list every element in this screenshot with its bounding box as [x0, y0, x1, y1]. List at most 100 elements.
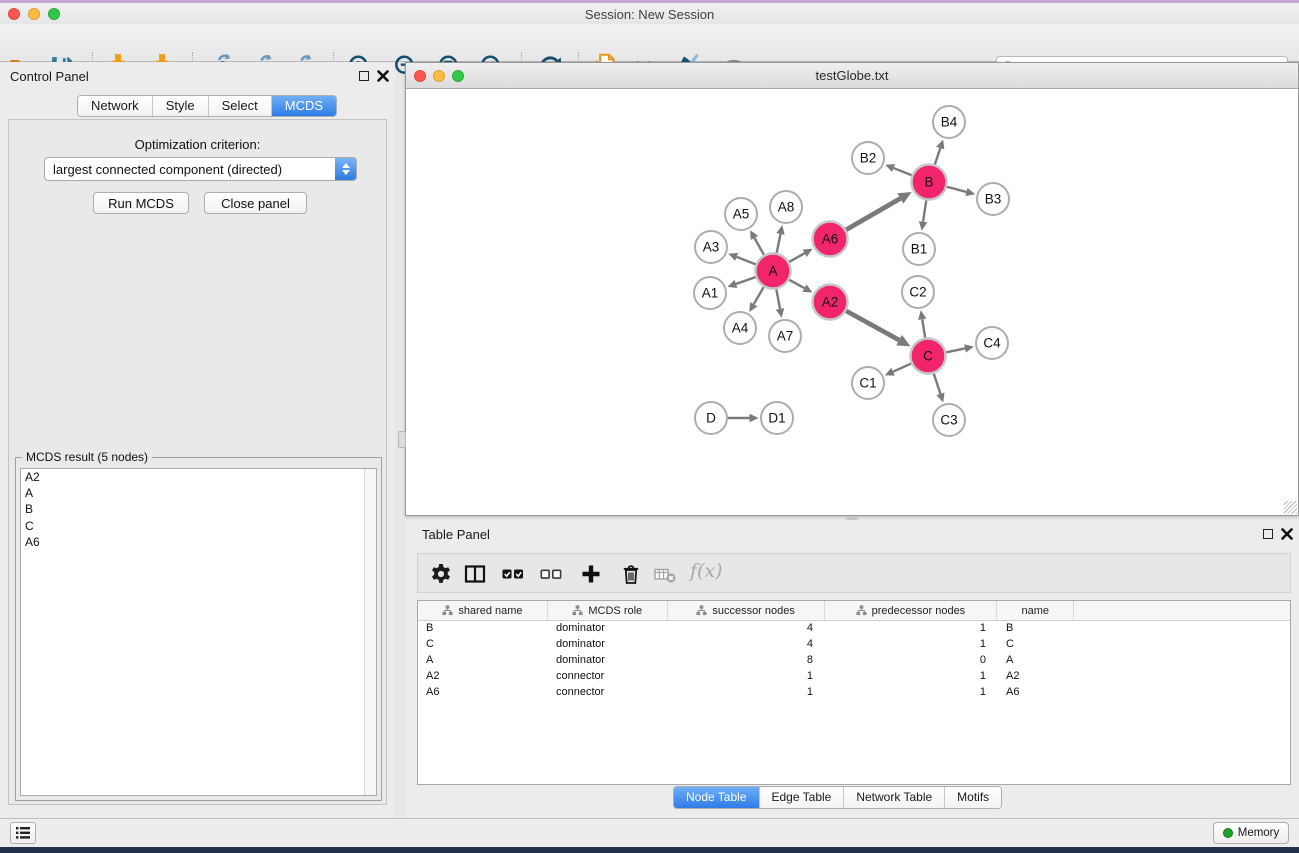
close-panel-button[interactable]: Close panel — [204, 192, 307, 214]
task-history-button[interactable] — [10, 822, 36, 844]
tab-motifs[interactable]: Motifs — [945, 787, 1001, 808]
edge-A2-C[interactable] — [846, 311, 899, 340]
table-cell[interactable]: 4 — [668, 637, 825, 653]
edge-B-B4[interactable] — [935, 148, 940, 164]
tab-node-table[interactable]: Node Table — [674, 787, 760, 808]
table-cell[interactable]: A6 — [998, 685, 1075, 701]
mcds-result-group: MCDS result (5 nodes) A2ABCA6 — [15, 457, 382, 801]
table-cell[interactable]: 1 — [825, 637, 998, 653]
table-cell[interactable]: 1 — [668, 685, 825, 701]
table-cell[interactable]: 1 — [668, 669, 825, 685]
column-header-successor-nodes[interactable]: successor nodes — [668, 601, 825, 620]
table-cell[interactable]: dominator — [548, 621, 668, 637]
dropdown-stepper-icon[interactable] — [335, 158, 356, 180]
float-panel-icon[interactable] — [359, 71, 369, 81]
optimization-criterion-dropdown[interactable]: largest connected component (directed) — [44, 157, 357, 181]
edge-arrowhead — [776, 225, 784, 235]
destroy-table-icon[interactable] — [653, 562, 677, 586]
table-cell[interactable]: 8 — [668, 653, 825, 669]
select-all-icon[interactable] — [501, 562, 525, 586]
edge-B-B3[interactable] — [947, 187, 967, 192]
table-cell[interactable]: dominator — [548, 653, 668, 669]
close-table-panel-icon[interactable] — [1281, 528, 1293, 540]
table-cell[interactable]: dominator — [548, 637, 668, 653]
mcds-result-item[interactable]: A6 — [21, 534, 376, 550]
edge-A-A1[interactable] — [736, 277, 756, 284]
tab-select[interactable]: Select — [209, 96, 272, 116]
tab-network-table[interactable]: Network Table — [844, 787, 945, 808]
edge-B-B1[interactable] — [923, 200, 926, 222]
column-header-predecessor-nodes[interactable]: predecessor nodes — [825, 601, 998, 620]
mcds-result-item[interactable]: C — [21, 518, 376, 534]
edge-C-C3[interactable] — [934, 374, 941, 394]
optimization-criterion-label: Optimization criterion: — [9, 137, 386, 152]
mcds-result-list[interactable]: A2ABCA6 — [20, 468, 377, 796]
edge-A-A6[interactable] — [789, 253, 805, 262]
table-cell[interactable]: C — [998, 637, 1075, 653]
graph-node-label-B: B — [924, 175, 933, 190]
close-panel-icon[interactable] — [377, 70, 389, 82]
table-cell[interactable]: 0 — [825, 653, 998, 669]
vertical-splitter-handle[interactable] — [398, 431, 406, 448]
graph-node-label-C4: C4 — [983, 336, 1001, 351]
table-row[interactable]: Cdominator41C — [418, 637, 1290, 653]
mcds-result-item[interactable]: A — [21, 485, 376, 501]
result-list-scrollbar[interactable] — [364, 469, 376, 795]
float-table-panel-icon[interactable] — [1263, 529, 1273, 539]
network-window-titlebar[interactable]: testGlobe.txt — [406, 63, 1298, 89]
edge-A6-B[interactable] — [846, 198, 900, 229]
table-cell[interactable]: A — [418, 653, 548, 669]
run-mcds-button[interactable]: Run MCDS — [93, 192, 189, 214]
mcds-result-item[interactable]: A2 — [21, 469, 376, 485]
table-row[interactable]: Adominator80A — [418, 653, 1290, 669]
column-header-empty[interactable] — [1074, 601, 1290, 620]
edge-A-A4[interactable] — [754, 287, 764, 304]
delete-column-trash-icon[interactable] — [619, 562, 643, 586]
tab-style[interactable]: Style — [153, 96, 209, 116]
column-browser-icon[interactable] — [463, 562, 487, 586]
table-row[interactable]: A6connector11A6 — [418, 685, 1290, 701]
edge-B-B2[interactable] — [894, 168, 912, 175]
network-graph[interactable]: B4B2BB3A5A8A6A3B1AA1C2A2A4A7C4CC1C3DD1 — [407, 89, 1297, 514]
column-header-shared-name[interactable]: shared name — [418, 601, 548, 620]
window-resize-grip[interactable] — [1284, 501, 1297, 514]
table-cell[interactable]: B — [418, 621, 548, 637]
table-row[interactable]: A2connector11A2 — [418, 669, 1290, 685]
tab-edge-table[interactable]: Edge Table — [760, 787, 845, 808]
table-cell[interactable]: connector — [548, 669, 668, 685]
edge-A-A8[interactable] — [777, 234, 781, 253]
table-cell[interactable]: A — [998, 653, 1075, 669]
table-cell[interactable]: 1 — [825, 685, 998, 701]
status-bar: Memory — [0, 818, 1299, 847]
column-header-MCDS-role[interactable]: MCDS role — [548, 601, 668, 620]
table-cell[interactable]: 1 — [825, 669, 998, 685]
mcds-result-item[interactable]: B — [21, 501, 376, 517]
deselect-all-icon[interactable] — [539, 562, 563, 586]
table-cell[interactable]: 4 — [668, 621, 825, 637]
table-cell[interactable]: B — [998, 621, 1075, 637]
edge-C-C1[interactable] — [893, 364, 911, 372]
memory-button[interactable]: Memory — [1213, 822, 1289, 844]
table-cell[interactable]: A2 — [998, 669, 1075, 685]
function-builder-icon[interactable]: f(x) — [690, 560, 723, 582]
edge-A-A7[interactable] — [776, 289, 780, 309]
graph-node-label-D: D — [706, 411, 716, 426]
edge-A-A3[interactable] — [737, 257, 756, 264]
edge-A-A5[interactable] — [754, 238, 763, 255]
tab-network[interactable]: Network — [78, 96, 153, 116]
tab-mcds[interactable]: MCDS — [272, 96, 336, 116]
table-cell[interactable]: connector — [548, 685, 668, 701]
edge-C-C4[interactable] — [946, 348, 965, 352]
table-cell[interactable]: A2 — [418, 669, 548, 685]
table-cell[interactable]: 1 — [825, 621, 998, 637]
create-column-plus-icon[interactable] — [579, 562, 603, 586]
network-canvas[interactable]: B4B2BB3A5A8A6A3B1AA1C2A2A4A7C4CC1C3DD1 — [407, 89, 1297, 514]
edge-A-A2[interactable] — [789, 280, 804, 288]
column-header-name[interactable]: name — [997, 601, 1074, 620]
network-view-window: testGlobe.txt B4B2BB3A5A8A6A3B1AA1C2A2A4… — [405, 62, 1299, 516]
table-row[interactable]: Bdominator41B — [418, 621, 1290, 637]
edge-C-C2[interactable] — [922, 319, 925, 338]
table-settings-gear-icon[interactable] — [429, 562, 453, 586]
table-cell[interactable]: A6 — [418, 685, 548, 701]
table-cell[interactable]: C — [418, 637, 548, 653]
